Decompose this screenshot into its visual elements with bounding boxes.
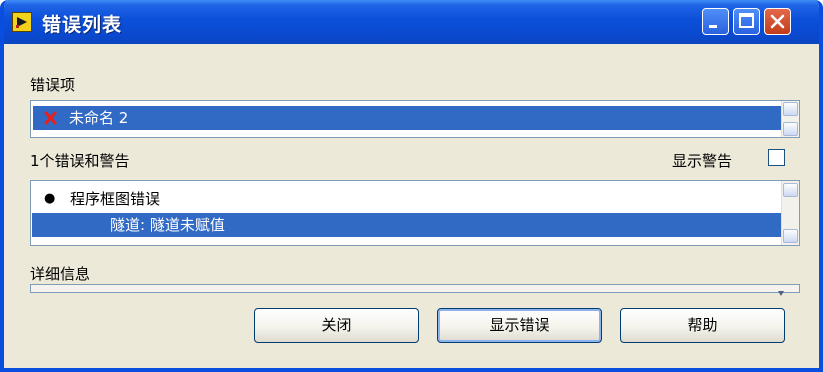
list-item-text: 程序框图错误 (70, 190, 161, 208)
error-item-text: 未命名 2 (69, 109, 129, 127)
list-item[interactable]: 隧道: 隧道未赋值 (32, 213, 781, 237)
window-title: 错误列表 (42, 14, 123, 36)
expand-arrow-icon (777, 285, 785, 301)
error-item-row[interactable]: 未命名 2 (33, 106, 781, 130)
bullet-icon: ● (44, 191, 56, 206)
show-error-button[interactable]: 显示错误 (437, 308, 602, 343)
error-list-window: 错误列表 错误项 未命名 2 1个错误和警告 显示警告 ● 程序框图错误 隧道:… (0, 0, 823, 372)
maximize-button[interactable] (733, 8, 760, 35)
help-button[interactable]: 帮助 (620, 308, 785, 343)
scroll-down-button[interactable] (783, 122, 798, 136)
error-count-label: 1个错误和警告 (30, 152, 130, 170)
errors-warnings-scrollbar[interactable] (781, 181, 799, 245)
errors-warnings-list[interactable]: ● 程序框图错误 隧道: 隧道未赋值 (30, 180, 800, 246)
error-items-list[interactable]: 未命名 2 (30, 100, 800, 138)
details-collapsed-panel[interactable] (30, 284, 800, 296)
show-warnings-checkbox[interactable] (768, 149, 785, 166)
error-items-label: 错误项 (30, 76, 76, 94)
close-button[interactable]: 关闭 (254, 308, 419, 343)
close-window-button[interactable] (764, 8, 791, 35)
show-warnings-label[interactable]: 显示警告 (672, 150, 732, 171)
list-item[interactable]: ● 程序框图错误 (32, 187, 781, 211)
scroll-up-button[interactable] (783, 183, 798, 197)
scroll-up-button[interactable] (783, 102, 798, 116)
list-item-text: 隧道: 隧道未赋值 (110, 216, 225, 234)
minimize-button[interactable] (702, 8, 729, 35)
labview-icon (12, 12, 32, 32)
error-items-scrollbar[interactable] (781, 101, 799, 137)
details-label: 详细信息 (30, 265, 91, 283)
scroll-down-button[interactable] (783, 229, 798, 243)
title-bar[interactable]: 错误列表 (4, 0, 819, 44)
red-x-icon (43, 106, 59, 137)
